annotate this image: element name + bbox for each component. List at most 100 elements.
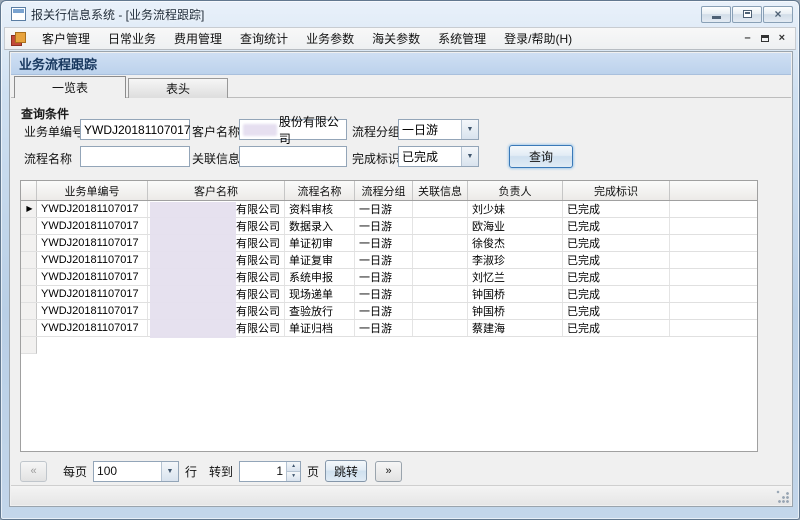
row-selector[interactable] <box>21 218 37 234</box>
cell-owner: 徐俊杰 <box>468 235 563 251</box>
cell-status: 已完成 <box>563 320 670 336</box>
menu-item-fee-mgmt[interactable]: 费用管理 <box>165 27 231 50</box>
mdi-close-icon[interactable]: × <box>779 33 785 44</box>
table-row[interactable]: YWDJ20181107017 有限公司 查验放行 一日游 钟国桥 已完成 <box>21 303 757 320</box>
table-row[interactable]: ▶ YWDJ20181107017 有限公司 资料审核 一日游 刘少妹 已完成 <box>21 201 757 218</box>
client-area: 业务流程跟踪 一览表 表头 查询条件 业务单编号 YWDJ20181107017… <box>9 51 793 507</box>
tab-header[interactable]: 表头 <box>128 78 228 98</box>
row-selector[interactable] <box>21 337 37 354</box>
table-row[interactable]: YWDJ20181107017 有限公司 数据录入 一日游 欧海业 已完成 <box>21 218 757 235</box>
cell-customer: 有限公司 <box>148 218 285 234</box>
cell-flow-group: 一日游 <box>355 320 413 336</box>
chevron-down-icon[interactable]: ▼ <box>461 120 478 139</box>
prev-page-button[interactable]: « <box>20 461 47 482</box>
table-row[interactable]: YWDJ20181107017 有限公司 单证归档 一日游 蔡建海 已完成 <box>21 320 757 337</box>
chevron-down-icon[interactable]: ▼ <box>161 462 178 481</box>
pagination-bar: « 每页 100 ▼ 行 转到 1 ▲ ▼ 页 跳转 » <box>20 457 782 485</box>
mdi-minimize-icon[interactable]: – <box>744 33 750 44</box>
cell-flow-group: 一日游 <box>355 252 413 268</box>
tab-strip: 一览表 表头 <box>11 75 791 98</box>
cell-flow-group: 一日游 <box>355 235 413 251</box>
row-selector[interactable] <box>21 269 37 285</box>
customer-input[interactable]: 股份有限公司 <box>239 119 347 140</box>
cell-customer: 有限公司 <box>148 235 285 251</box>
jump-button[interactable]: 跳转 <box>325 460 367 482</box>
page-number-spinner[interactable]: 1 ▲ ▼ <box>239 461 301 482</box>
spinner-arrows: ▲ ▼ <box>286 462 300 481</box>
grid-header: 业务单编号 客户名称 流程名称 流程分组 关联信息 负责人 完成标识 <box>21 181 757 201</box>
spin-down-icon[interactable]: ▼ <box>287 472 300 481</box>
cell-order-no: YWDJ20181107017 <box>37 201 148 217</box>
per-page-select[interactable]: 100 ▼ <box>93 461 179 482</box>
cell-order-no: YWDJ20181107017 <box>37 303 148 319</box>
row-selector[interactable]: ▶ <box>21 201 37 217</box>
mdi-window-controls: – × <box>744 33 791 44</box>
cell-related-info <box>413 235 468 251</box>
cell-customer: 有限公司 <box>148 201 285 217</box>
col-header-owner[interactable]: 负责人 <box>468 181 563 200</box>
col-header-flow-name[interactable]: 流程名称 <box>285 181 355 200</box>
row-selector[interactable] <box>21 252 37 268</box>
cell-related-info <box>413 320 468 336</box>
row-selector[interactable] <box>21 303 37 319</box>
resize-grip[interactable] <box>776 490 789 503</box>
table-row[interactable]: YWDJ20181107017 有限公司 单证初审 一日游 徐俊杰 已完成 <box>21 235 757 252</box>
page-number-value: 1 <box>240 462 286 481</box>
complete-flag-value: 已完成 <box>399 148 461 165</box>
cell-status: 已完成 <box>563 201 670 217</box>
row-selector[interactable] <box>21 286 37 302</box>
table-row[interactable]: YWDJ20181107017 有限公司 现场递单 一日游 钟国桥 已完成 <box>21 286 757 303</box>
title-bar[interactable]: 报关行信息系统 - [业务流程跟踪] × <box>1 1 799 27</box>
table-row[interactable]: YWDJ20181107017 有限公司 系统申报 一日游 刘忆兰 已完成 <box>21 269 757 286</box>
restore-button[interactable] <box>732 6 762 23</box>
cell-customer: 有限公司 <box>148 286 285 302</box>
cell-owner: 刘少妹 <box>468 201 563 217</box>
col-header-order-no[interactable]: 业务单编号 <box>37 181 148 200</box>
cell-status: 已完成 <box>563 303 670 319</box>
menu-item-query-stats[interactable]: 查询统计 <box>231 27 297 50</box>
customer-label: 客户名称 <box>192 123 240 140</box>
menu-item-system-mgmt[interactable]: 系统管理 <box>429 27 495 50</box>
table-row[interactable]: YWDJ20181107017 有限公司 单证复审 一日游 李淑珍 已完成 <box>21 252 757 269</box>
menu-item-customs-params[interactable]: 海关参数 <box>363 27 429 50</box>
col-header-status[interactable]: 完成标识 <box>563 181 670 200</box>
menu-item-business-params[interactable]: 业务参数 <box>297 27 363 50</box>
tab-overview[interactable]: 一览表 <box>14 76 126 98</box>
related-info-input[interactable] <box>239 146 347 167</box>
menu-item-daily-business[interactable]: 日常业务 <box>99 27 165 50</box>
flow-name-input[interactable] <box>80 146 190 167</box>
cell-owner: 刘忆兰 <box>468 269 563 285</box>
mdi-child-icon[interactable] <box>11 32 25 45</box>
close-button[interactable]: × <box>763 6 793 23</box>
minimize-icon <box>712 16 721 19</box>
cell-order-no: YWDJ20181107017 <box>37 320 148 336</box>
row-selector[interactable] <box>21 235 37 251</box>
cell-flow-name: 单证复审 <box>285 252 355 268</box>
customer-value: 股份有限公司 <box>279 113 343 147</box>
cell-order-no: YWDJ20181107017 <box>37 235 148 251</box>
order-no-input[interactable]: YWDJ20181107017 <box>80 119 190 140</box>
select-all-header[interactable] <box>21 181 37 200</box>
col-header-flow-group[interactable]: 流程分组 <box>355 181 413 200</box>
col-header-customer[interactable]: 客户名称 <box>148 181 285 200</box>
next-page-button[interactable]: » <box>375 461 402 482</box>
cell-flow-group: 一日游 <box>355 286 413 302</box>
complete-flag-select[interactable]: 已完成 ▼ <box>398 146 479 167</box>
chevron-down-icon[interactable]: ▼ <box>461 147 478 166</box>
menu-item-customer-mgmt[interactable]: 客户管理 <box>33 27 99 50</box>
minimize-button[interactable] <box>701 6 731 23</box>
mdi-restore-icon[interactable] <box>761 35 769 42</box>
spin-up-icon[interactable]: ▲ <box>287 462 300 472</box>
cell-order-no: YWDJ20181107017 <box>37 286 148 302</box>
col-header-related-info[interactable]: 关联信息 <box>413 181 468 200</box>
cell-status: 已完成 <box>563 269 670 285</box>
cell-status: 已完成 <box>563 235 670 251</box>
menu-item-login-help[interactable]: 登录/帮助(H) <box>495 27 581 50</box>
cell-flow-name: 系统申报 <box>285 269 355 285</box>
cell-flow-name: 资料审核 <box>285 201 355 217</box>
row-selector[interactable] <box>21 320 37 336</box>
cell-related-info <box>413 252 468 268</box>
cell-flow-name: 查验放行 <box>285 303 355 319</box>
search-button[interactable]: 查询 <box>509 145 573 168</box>
flow-group-select[interactable]: 一日游 ▼ <box>398 119 479 140</box>
